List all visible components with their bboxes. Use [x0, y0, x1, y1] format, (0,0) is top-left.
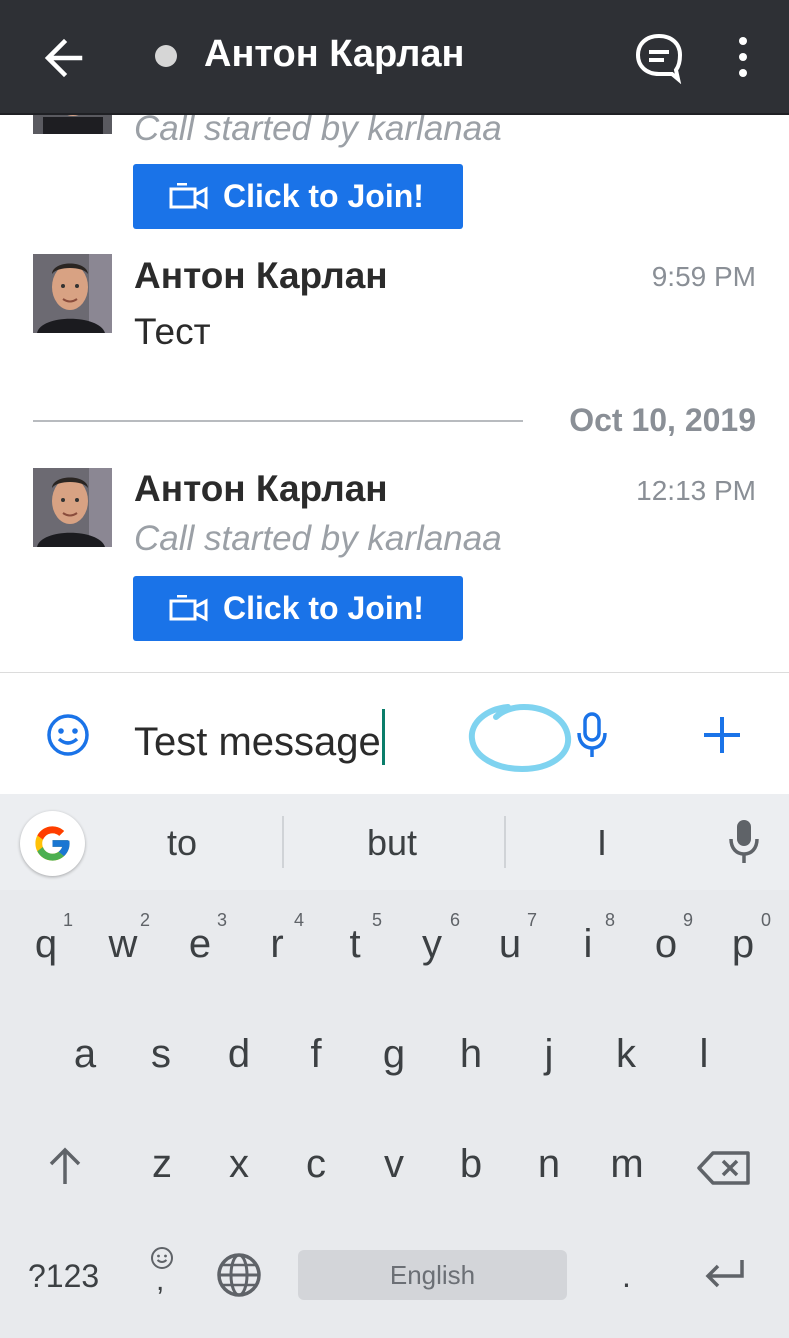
- language-globe-icon[interactable]: [216, 1252, 262, 1298]
- key-m[interactable]: m: [597, 1142, 657, 1187]
- key-hint: 5: [372, 910, 383, 930]
- call-subtitle: Call started by karlanaa: [134, 519, 502, 558]
- chat-title: Антон Карлан: [204, 33, 465, 75]
- message-input[interactable]: Test message: [134, 709, 385, 765]
- backspace-icon[interactable]: [697, 1150, 751, 1186]
- app-bar: Антон Карлан: [0, 0, 789, 115]
- microphone-icon[interactable]: [575, 711, 609, 759]
- call-subtitle: Call started by karlanaa: [134, 115, 502, 148]
- key-hint: 9: [683, 910, 694, 930]
- back-arrow-icon[interactable]: [36, 30, 92, 86]
- voice-input-icon[interactable]: [728, 818, 760, 864]
- key-j[interactable]: j: [519, 1032, 579, 1077]
- key-hint: 2: [140, 910, 151, 930]
- comma-label: ,: [156, 1264, 165, 1297]
- key-k[interactable]: k: [596, 1032, 656, 1077]
- add-attachment-icon[interactable]: [702, 715, 742, 755]
- message-sender: Антон Карлан: [134, 468, 388, 509]
- suggestion-separator: [504, 816, 506, 868]
- google-g-icon: [35, 826, 70, 861]
- presence-dot: [155, 45, 177, 67]
- key-x[interactable]: x: [209, 1142, 269, 1187]
- avatar[interactable]: [33, 254, 112, 333]
- key-b[interactable]: b: [441, 1142, 501, 1187]
- text-caret: [381, 709, 385, 765]
- key-hint: 3: [217, 910, 228, 930]
- google-button[interactable]: [20, 811, 85, 876]
- key-hint: 7: [527, 910, 538, 930]
- message-sender: Антон Карлан: [134, 255, 388, 296]
- key-v[interactable]: v: [364, 1142, 424, 1187]
- drawn-circle-annotation: [468, 703, 572, 773]
- key-g[interactable]: g: [364, 1032, 424, 1077]
- date-divider: Oct 10, 2019: [569, 402, 756, 438]
- key-n[interactable]: n: [519, 1142, 579, 1187]
- join-call-label: Click to Join!: [223, 590, 424, 626]
- join-call-button[interactable]: Click to Join!: [133, 164, 463, 229]
- avatar[interactable]: [33, 468, 112, 547]
- key-hint: 1: [63, 910, 74, 930]
- message-time: 12:13 PM: [636, 475, 756, 506]
- key-hint: 0: [761, 910, 772, 930]
- key-l[interactable]: l: [674, 1032, 734, 1077]
- symbols-key[interactable]: ?123: [28, 1258, 99, 1295]
- suggestion-2[interactable]: but: [342, 822, 442, 864]
- avatar[interactable]: [33, 115, 112, 134]
- suggestion-separator: [282, 816, 284, 868]
- message-composer: Test message: [0, 672, 789, 794]
- message-input-text: Test message: [134, 720, 381, 764]
- comma-key[interactable]: ,: [146, 1242, 178, 1306]
- key-c[interactable]: c: [286, 1142, 346, 1187]
- period-key[interactable]: .: [622, 1258, 631, 1295]
- key-a[interactable]: a: [55, 1032, 115, 1077]
- key-hint: 4: [294, 910, 305, 930]
- key-hint: 6: [450, 910, 461, 930]
- video-camera-icon: [169, 594, 208, 622]
- video-camera-icon: [169, 182, 208, 210]
- space-bar[interactable]: English: [298, 1250, 567, 1300]
- key-hint: 8: [605, 910, 616, 930]
- message-list[interactable]: Call started by karlanaa Click to Join! …: [0, 115, 789, 672]
- message-text: Тест: [134, 311, 211, 352]
- key-d[interactable]: d: [209, 1032, 269, 1077]
- key-s[interactable]: s: [131, 1032, 191, 1077]
- join-call-button[interactable]: Click to Join!: [133, 576, 463, 641]
- message-time: 9:59 PM: [651, 261, 756, 292]
- suggestion-1[interactable]: to: [132, 822, 232, 864]
- date-divider-line: [33, 420, 523, 422]
- suggestion-strip: to but I: [0, 794, 789, 890]
- key-f[interactable]: f: [286, 1032, 346, 1077]
- emoji-icon[interactable]: [46, 713, 90, 757]
- more-options-icon[interactable]: [726, 32, 760, 82]
- on-screen-keyboard: to but I q 1 w 2 e 3 r 4 t 5 y 6 u 7 i 8…: [0, 794, 789, 1338]
- enter-icon[interactable]: [702, 1256, 746, 1292]
- suggestion-3[interactable]: I: [552, 822, 652, 864]
- shift-icon[interactable]: [45, 1146, 85, 1186]
- key-h[interactable]: h: [441, 1032, 501, 1077]
- key-z[interactable]: z: [132, 1142, 192, 1187]
- threads-icon[interactable]: [632, 30, 686, 84]
- join-call-label: Click to Join!: [223, 178, 424, 214]
